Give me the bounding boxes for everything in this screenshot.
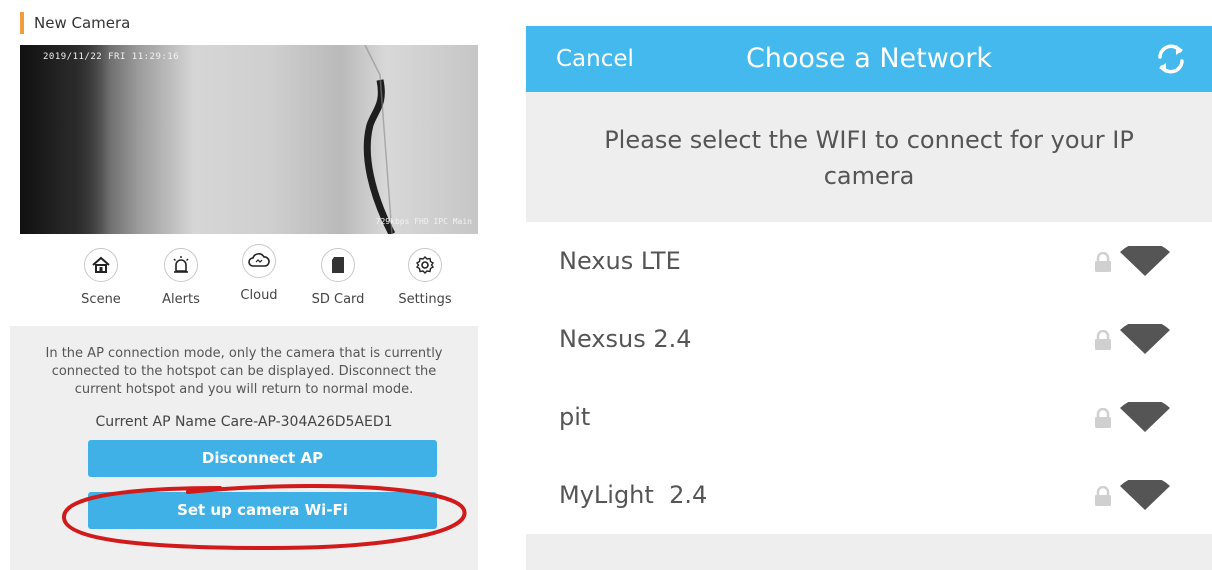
alerts-label: Alerts	[162, 292, 200, 307]
refresh-icon[interactable]	[1152, 40, 1190, 78]
camera-panel: New Camera 2019/11/22 FRI 11:29:16 729kb…	[0, 0, 478, 570]
lock-icon	[1095, 252, 1111, 272]
network-row[interactable]: pit	[526, 378, 1212, 456]
network-name: pit	[559, 403, 591, 431]
red-annotation-circle	[62, 484, 467, 551]
network-row[interactable]: Nexus LTE	[526, 222, 1212, 300]
sd-card-icon	[321, 248, 355, 282]
instruction-text: Please select the WIFI to connect for yo…	[604, 126, 1134, 190]
cloud-button[interactable]: Cloud	[224, 244, 294, 303]
settings-button[interactable]: Settings	[390, 248, 460, 307]
choose-network-screen: Cancel Choose a Network Please select th…	[526, 26, 1212, 570]
wifi-signal-icon	[1120, 246, 1170, 276]
disconnect-ap-button[interactable]: Disconnect AP	[88, 440, 437, 477]
scene-label: Scene	[81, 292, 121, 307]
header-bar: Cancel Choose a Network	[526, 26, 1212, 92]
lock-icon	[1095, 408, 1111, 428]
cloud-icon	[242, 244, 276, 278]
video-scene	[363, 45, 396, 234]
cloud-label: Cloud	[240, 288, 278, 303]
lock-icon	[1095, 330, 1111, 350]
sd-card-label: SD Card	[311, 292, 365, 307]
video-timestamp: 2019/11/22 FRI 11:29:16	[43, 52, 180, 62]
wifi-signal-icon	[1120, 324, 1170, 354]
network-name: MyLight 2.4	[559, 481, 708, 509]
scene-button[interactable]: Scene	[66, 248, 136, 307]
wifi-signal-icon	[1120, 480, 1170, 510]
lock-icon	[1095, 486, 1111, 506]
camera-actions: Scene Alerts Cloud SD Card Settings	[66, 244, 462, 310]
header-title: Choose a Network	[745, 43, 993, 74]
home-icon	[84, 248, 118, 282]
page-title: New Camera	[34, 14, 131, 32]
settings-label: Settings	[398, 292, 452, 307]
instruction-panel: Please select the WIFI to connect for yo…	[526, 92, 1212, 222]
network-row[interactable]: MyLight 2.4	[526, 456, 1212, 534]
network-name: Nexus LTE	[559, 247, 681, 275]
camera-video-feed[interactable]: 2019/11/22 FRI 11:29:16 729kbps FHD IPC …	[20, 45, 478, 234]
network-name: Nexsus 2.4	[559, 325, 692, 353]
alerts-button[interactable]: Alerts	[146, 248, 216, 307]
ap-mode-message: In the AP connection mode, only the came…	[45, 346, 443, 397]
sd-card-button[interactable]: SD Card	[303, 248, 373, 307]
network-row[interactable]: Nexsus 2.4	[526, 300, 1212, 378]
title-accent-bar	[20, 12, 24, 34]
alarm-icon	[164, 248, 198, 282]
wifi-signal-icon	[1120, 402, 1170, 432]
current-ap-name: Current AP Name Care-AP-304A26D5AED1	[95, 414, 393, 430]
gear-icon	[408, 248, 442, 282]
video-stats: 729kbps FHD IPC Main	[375, 217, 472, 226]
list-footer	[526, 534, 1212, 570]
